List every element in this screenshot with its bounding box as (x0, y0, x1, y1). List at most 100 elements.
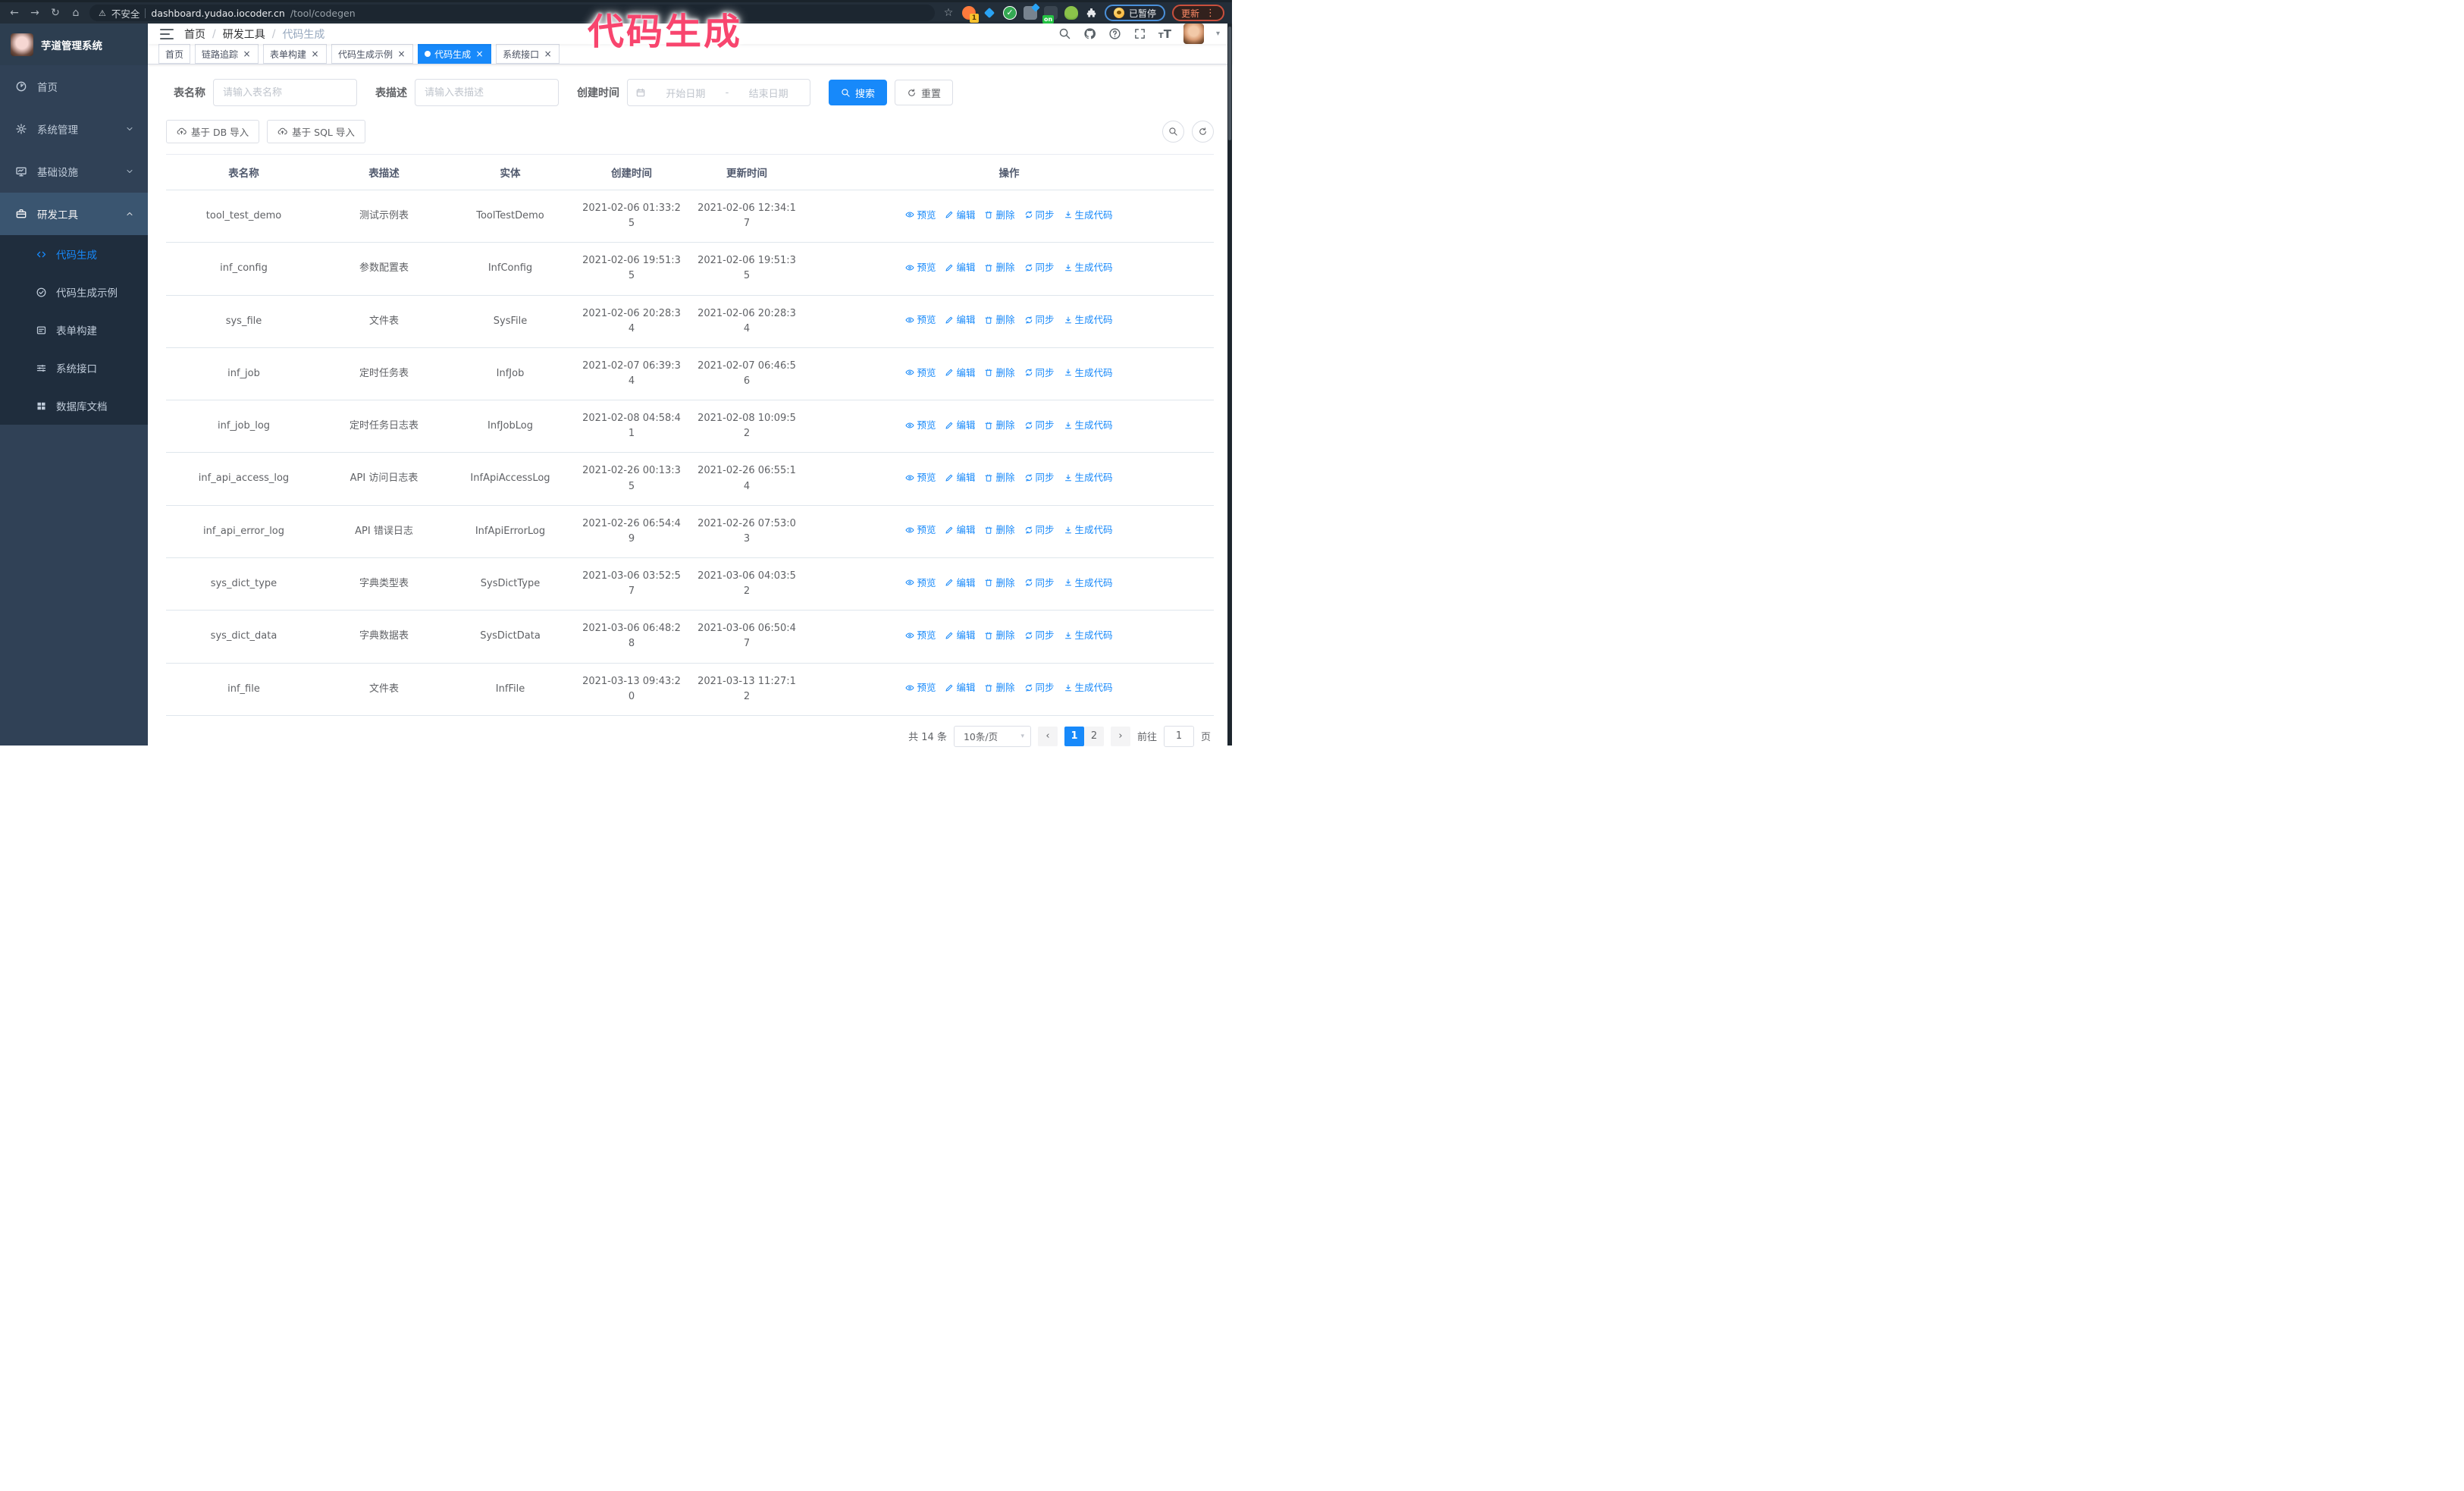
action-edit-link[interactable]: 编辑 (945, 523, 975, 537)
action-generate-link[interactable]: 生成代码 (1064, 523, 1113, 537)
action-preview-link[interactable]: 预览 (905, 260, 936, 275)
browser-forward-icon[interactable]: → (28, 8, 42, 18)
action-delete-link[interactable]: 删除 (984, 418, 1015, 432)
action-generate-link[interactable]: 生成代码 (1064, 366, 1113, 380)
action-edit-link[interactable]: 编辑 (945, 628, 975, 642)
page-number-button[interactable]: 2 (1083, 726, 1104, 746)
tag-view-tab[interactable]: 系统接口 × (496, 44, 560, 64)
toggle-search-button[interactable] (1162, 121, 1184, 143)
extension-check-icon[interactable] (1002, 6, 1017, 20)
user-menu-caret-icon[interactable]: ▾ (1216, 30, 1220, 38)
action-edit-link[interactable]: 编辑 (945, 418, 975, 432)
action-preview-link[interactable]: 预览 (905, 312, 936, 327)
tab-close-icon[interactable]: × (242, 49, 252, 59)
action-preview-link[interactable]: 预览 (905, 470, 936, 485)
action-delete-link[interactable]: 删除 (984, 523, 1015, 537)
action-sync-link[interactable]: 同步 (1024, 260, 1055, 275)
sidebar-item-infra[interactable]: 基础设施 (0, 150, 148, 193)
extension-panel-icon[interactable] (1023, 6, 1037, 20)
action-delete-link[interactable]: 删除 (984, 208, 1015, 222)
reset-button[interactable]: 重置 (895, 80, 954, 105)
sidebar-item-tools[interactable]: 研发工具 (0, 193, 148, 235)
action-sync-link[interactable]: 同步 (1024, 418, 1055, 432)
action-preview-link[interactable]: 预览 (905, 576, 936, 590)
tab-close-icon[interactable]: × (310, 49, 320, 59)
action-sync-link[interactable]: 同步 (1024, 628, 1055, 642)
action-delete-link[interactable]: 删除 (984, 366, 1015, 380)
action-edit-link[interactable]: 编辑 (945, 366, 975, 380)
sidebar-subitem-example[interactable]: 代码生成示例 (0, 273, 148, 311)
action-preview-link[interactable]: 预览 (905, 418, 936, 432)
action-sync-link[interactable]: 同步 (1024, 523, 1055, 537)
sidebar-subitem-dbdoc[interactable]: 数据库文档 (0, 387, 148, 425)
sidebar-item-gear[interactable]: 系统管理 (0, 108, 148, 150)
tab-close-icon[interactable]: × (543, 49, 553, 59)
tag-view-tab[interactable]: 代码生成 × (418, 44, 492, 64)
action-edit-link[interactable]: 编辑 (945, 470, 975, 485)
action-sync-link[interactable]: 同步 (1024, 366, 1055, 380)
search-button[interactable]: 搜索 (829, 80, 888, 105)
action-delete-link[interactable]: 删除 (984, 312, 1015, 327)
browser-back-icon[interactable]: ← (8, 8, 21, 18)
extension-colorzilla-icon[interactable]: 1 (961, 6, 979, 23)
action-edit-link[interactable]: 编辑 (945, 208, 975, 222)
tag-view-tab[interactable]: 首页 (158, 44, 191, 64)
github-icon[interactable] (1083, 27, 1096, 40)
action-preview-link[interactable]: 预览 (905, 208, 936, 222)
action-edit-link[interactable]: 编辑 (945, 312, 975, 327)
action-generate-link[interactable]: 生成代码 (1064, 312, 1113, 327)
action-generate-link[interactable]: 生成代码 (1064, 628, 1113, 642)
fullscreen-icon[interactable] (1133, 27, 1146, 40)
tag-view-tab[interactable]: 链路追踪 × (195, 44, 259, 64)
table-desc-input[interactable] (415, 79, 559, 106)
action-preview-link[interactable]: 预览 (905, 680, 936, 695)
profile-paused-badge[interactable]: 已暂停 (1104, 5, 1165, 21)
sidebar-item-home[interactable]: 首页 (0, 65, 148, 108)
prev-page-button[interactable]: ‹ (1037, 726, 1058, 746)
action-generate-link[interactable]: 生成代码 (1064, 208, 1113, 222)
scrollbar-thumb[interactable] (1228, 27, 1231, 140)
page-size-select[interactable]: 10条/页 ▾ (953, 725, 1031, 747)
action-delete-link[interactable]: 删除 (984, 576, 1015, 590)
action-sync-link[interactable]: 同步 (1024, 470, 1055, 485)
action-generate-link[interactable]: 生成代码 (1064, 260, 1113, 275)
browser-home-icon[interactable]: ⌂ (69, 8, 83, 18)
refresh-table-button[interactable] (1192, 121, 1214, 143)
action-delete-link[interactable]: 删除 (984, 628, 1015, 642)
tag-view-tab[interactable]: 代码生成示例 × (331, 44, 414, 64)
action-generate-link[interactable]: 生成代码 (1064, 680, 1113, 695)
action-delete-link[interactable]: 删除 (984, 260, 1015, 275)
tag-view-tab[interactable]: 表单构建 × (263, 44, 328, 64)
action-edit-link[interactable]: 编辑 (945, 680, 975, 695)
breadcrumb-item[interactable]: 首页 (184, 27, 205, 42)
table-name-input[interactable] (213, 79, 357, 106)
app-logo[interactable]: 芋道管理系统 (0, 24, 148, 65)
browser-menu-icon[interactable]: ⋮ (1205, 8, 1215, 19)
action-sync-link[interactable]: 同步 (1024, 576, 1055, 590)
tab-close-icon[interactable]: × (397, 49, 406, 59)
goto-page-input[interactable] (1163, 725, 1194, 747)
action-generate-link[interactable]: 生成代码 (1064, 470, 1113, 485)
browser-reload-icon[interactable]: ↻ (49, 8, 62, 18)
font-size-icon[interactable]: TT (1158, 27, 1171, 41)
date-range-picker[interactable]: 开始日期 - 结束日期 (627, 79, 810, 106)
action-generate-link[interactable]: 生成代码 (1064, 576, 1113, 590)
sidebar-subitem-form[interactable]: 表单构建 (0, 311, 148, 349)
action-delete-link[interactable]: 删除 (984, 680, 1015, 695)
breadcrumb-item[interactable]: 研发工具 (223, 27, 265, 42)
action-preview-link[interactable]: 预览 (905, 366, 936, 380)
action-sync-link[interactable]: 同步 (1024, 312, 1055, 327)
bookmark-star-icon[interactable]: ☆ (942, 8, 955, 18)
not-secure-label[interactable]: 不安全 (111, 6, 140, 20)
action-sync-link[interactable]: 同步 (1024, 680, 1055, 695)
next-page-button[interactable]: › (1110, 726, 1130, 746)
help-icon[interactable] (1108, 27, 1121, 40)
action-sync-link[interactable]: 同步 (1024, 208, 1055, 222)
search-icon[interactable] (1058, 27, 1071, 40)
extension-green-icon[interactable] (1064, 6, 1078, 20)
sidebar-subitem-api[interactable]: 系统接口 (0, 349, 148, 387)
address-bar[interactable]: ⚠ 不安全 dashboard.yudao.iocoder.cn/tool/co… (89, 5, 935, 21)
action-delete-link[interactable]: 删除 (984, 470, 1015, 485)
chrome-update-button[interactable]: 更新 ⋮ (1171, 5, 1224, 21)
action-edit-link[interactable]: 编辑 (945, 260, 975, 275)
